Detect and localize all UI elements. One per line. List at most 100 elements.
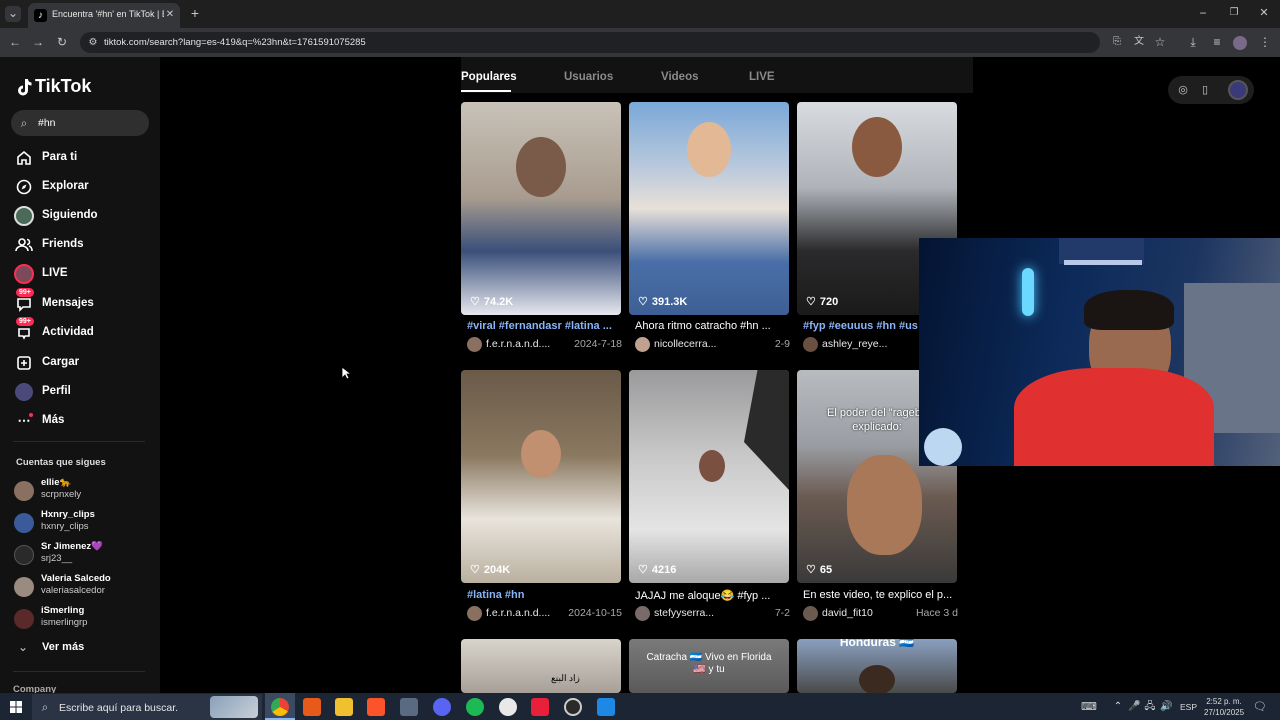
clock[interactable]: 2:52 p. m. 27/10/2025	[1204, 696, 1244, 718]
chrome-app-icon[interactable]	[271, 698, 289, 716]
spotify-app-icon[interactable]	[466, 698, 484, 716]
nav-item-friends[interactable]: Friends	[14, 235, 154, 257]
restore-icon[interactable]: ❐	[1227, 6, 1241, 20]
site-info-icon[interactable]: ⚙	[87, 36, 99, 50]
heart-icon: ♡	[806, 564, 816, 576]
notifications-icon[interactable]: 🗨	[1253, 700, 1267, 714]
nav-label: LIVE	[42, 267, 68, 279]
capcut-app-icon[interactable]	[597, 698, 615, 716]
keyboard-icon[interactable]: ⌨	[1080, 700, 1098, 714]
browser-tab[interactable]: ♪ Encuentra '#hn' en TikTok | Bus ✕	[28, 3, 180, 28]
windows-start-icon[interactable]	[10, 701, 22, 713]
author-avatar	[803, 337, 818, 352]
see-more-button[interactable]: ⌄ Ver más	[14, 638, 134, 658]
search-box[interactable]: ⌕ #hn	[11, 110, 149, 136]
taskbar-search[interactable]: ⌕ Escribe aquí para buscar.	[32, 694, 262, 720]
minimize-icon[interactable]: −	[1196, 6, 1210, 20]
video-card[interactable]: Honduras 🇭🇳	[797, 639, 957, 693]
video-caption[interactable]: En este video, te explico el p...	[803, 589, 963, 601]
coin-icon[interactable]: ◎	[1176, 83, 1190, 97]
window-close-icon[interactable]: ✕	[1257, 6, 1271, 20]
translate-icon[interactable]: 文	[1132, 35, 1146, 49]
author-avatar	[467, 606, 482, 621]
language-indicator[interactable]: ESP	[1180, 702, 1197, 712]
tab-search-button[interactable]: ⌄	[5, 6, 21, 22]
clock-date: 27/10/2025	[1204, 708, 1245, 717]
search-input[interactable]: #hn	[38, 117, 56, 129]
video-caption[interactable]: JAJAJ me aloque😂 #fyp ...	[635, 589, 795, 602]
menu-dots-icon[interactable]: ⋮	[1258, 35, 1272, 49]
reload-icon[interactable]: ↻	[54, 35, 70, 49]
tiktok-logo[interactable]: TikTok	[16, 76, 91, 97]
author-name[interactable]: f.e.r.n.a.n.d....	[486, 338, 550, 350]
nav-item-para-ti[interactable]: Para ti	[14, 148, 154, 170]
video-thumbnail	[859, 665, 895, 693]
profile-avatar	[15, 383, 33, 401]
new-tab-icon[interactable]: +	[187, 6, 203, 20]
video-card[interactable]: ♡ 204K	[461, 370, 621, 583]
nav-item-mas[interactable]: ⋯ Más	[14, 411, 154, 433]
followed-account[interactable]: iSmerling ismerlingrp	[14, 605, 154, 633]
reading-list-icon[interactable]: ≡	[1210, 35, 1224, 49]
nav-item-explorar[interactable]: Explorar	[14, 177, 154, 199]
author-name[interactable]: f.e.r.n.a.n.d....	[486, 607, 550, 619]
video-caption[interactable]: #viral #fernandasr #latina ...	[467, 320, 627, 332]
brave-app-icon[interactable]	[367, 698, 385, 716]
phone-icon[interactable]: ▯	[1198, 83, 1212, 97]
video-card[interactable]: ♡ 391.3K	[629, 102, 789, 315]
account-name: ellie🐆	[41, 477, 72, 488]
nav-item-actividad[interactable]: 99+ Actividad	[14, 317, 154, 345]
followed-account[interactable]: Sr Jimenez💜 srj23__	[14, 541, 154, 569]
install-app-icon[interactable]: ⎘	[1110, 35, 1124, 49]
user-avatar[interactable]	[1228, 80, 1248, 100]
profile-avatar-icon[interactable]	[1233, 36, 1247, 50]
tab-live[interactable]: LIVE	[749, 71, 775, 83]
tiktok-sidebar: TikTok ⌕ #hn Para ti Explorar Siguiendo …	[0, 57, 160, 695]
tab-populares[interactable]: Populares	[461, 71, 517, 83]
file-explorer-icon[interactable]	[335, 698, 353, 716]
discord-app-icon[interactable]	[433, 698, 451, 716]
author-name[interactable]: nicollecerra...	[654, 338, 716, 350]
clock-time: 2:52 p. m.	[1206, 697, 1242, 706]
roblox-app-icon[interactable]	[499, 698, 517, 716]
followed-account[interactable]: Valeria Salcedo valeriasalcedor	[14, 573, 154, 601]
volume-icon[interactable]: 🔊	[1160, 700, 1172, 714]
nav-item-mensajes[interactable]: 99+ Mensajes	[14, 288, 154, 316]
download-icon[interactable]: ⤓	[1186, 35, 1200, 49]
video-card[interactable]: Catracha 🇭🇳 Vivo en Florida 🇺🇸 y tu	[629, 639, 789, 693]
bookmark-star-icon[interactable]: ☆	[1153, 35, 1167, 49]
address-bar[interactable]: ⚙ tiktok.com/search?lang=es-419&q=%23hn&…	[80, 32, 1100, 53]
video-card[interactable]: زاد البنع	[461, 639, 621, 693]
video-thumbnail	[699, 450, 725, 482]
video-thumbnail	[521, 430, 561, 478]
video-thumbnail	[687, 122, 731, 177]
tab-usuarios[interactable]: Usuarios	[564, 71, 613, 83]
vlc-app-icon[interactable]	[303, 698, 321, 716]
nav-item-live[interactable]: LIVE	[14, 264, 154, 286]
video-caption[interactable]: #latina #hn	[467, 589, 627, 601]
calculator-icon[interactable]	[400, 698, 418, 716]
video-thumbnail	[852, 117, 902, 177]
account-handle: ismerlingrp	[41, 617, 88, 628]
nav-item-siguiendo[interactable]: Siguiendo	[14, 206, 154, 228]
tray-expand-icon[interactable]: ⌃	[1112, 700, 1124, 714]
followed-account[interactable]: ellie🐆 scrpnxely	[14, 477, 154, 505]
author-name[interactable]: david_fit10	[822, 607, 873, 619]
nav-item-perfil[interactable]: Perfil	[14, 382, 154, 404]
opera-app-icon[interactable]	[531, 698, 549, 716]
microphone-icon[interactable]: 🎤	[1128, 700, 1140, 714]
close-tab-icon[interactable]: ✕	[164, 8, 176, 22]
video-card[interactable]: ♡ 74.2K	[461, 102, 621, 315]
video-caption[interactable]: #fyp #eeuuus #hn #us ...	[803, 320, 919, 332]
video-caption[interactable]: Ahora ritmo catracho #hn ...	[635, 320, 795, 332]
network-icon[interactable]: 🖧	[1144, 700, 1156, 714]
followed-account[interactable]: Hxnry_clips hxnry_clips	[14, 509, 154, 537]
nav-item-cargar[interactable]: Cargar	[14, 353, 154, 375]
tab-videos[interactable]: Videos	[661, 71, 699, 83]
back-icon[interactable]: ←	[7, 35, 23, 49]
obs-app-icon[interactable]	[564, 698, 582, 716]
author-name[interactable]: stefyyserra...	[654, 607, 714, 619]
forward-icon[interactable]: →	[30, 35, 46, 49]
author-name[interactable]: ashley_reye...	[822, 338, 887, 350]
video-card[interactable]: ♡ 4216	[629, 370, 789, 583]
